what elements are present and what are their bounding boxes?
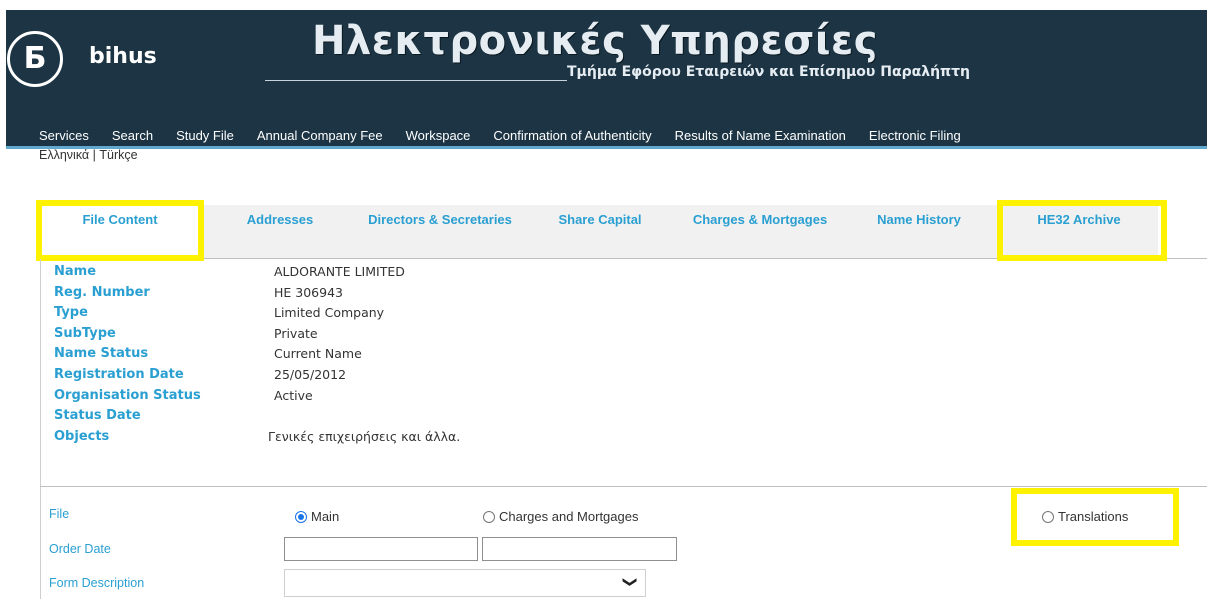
header-divider [6, 146, 1207, 149]
info-label-registration-date: Registration Date [54, 366, 184, 382]
panel-border [40, 259, 41, 599]
nav-electronic-filing[interactable]: Electronic Filing [869, 128, 961, 143]
info-value-name-status: Current Name [274, 346, 362, 362]
info-value-type: Limited Company [274, 305, 385, 321]
nav-confirmation-of-authenticity[interactable]: Confirmation of Authenticity [493, 128, 651, 143]
info-label-type: Type [54, 305, 88, 321]
lang-turkish-link[interactable]: Türkçe [99, 148, 137, 162]
tab-share-capital[interactable]: Share Capital [520, 205, 680, 258]
order-date-from-input[interactable] [284, 537, 478, 561]
site-subtitle: Τμήμα Εφόρου Εταιρειών και Επίσημου Παρα… [567, 64, 971, 80]
info-label-organisation-status: Organisation Status [54, 387, 201, 403]
radio-translations-label: Translations [1058, 509, 1129, 525]
radio-main-control[interactable] [295, 510, 307, 523]
info-label-objects: Objects [54, 428, 110, 444]
chevron-down-icon: ❯ [622, 576, 639, 588]
form-description-select[interactable]: ❯ [284, 569, 646, 597]
info-value-registration-date: 25/05/2012 [274, 366, 347, 382]
order-date-label: Order Date [49, 542, 111, 556]
bihus-logo-icon: Б [7, 31, 63, 87]
radio-translations[interactable]: Translations [1042, 508, 1128, 524]
nav-results-of-name-examination[interactable]: Results of Name Examination [675, 128, 846, 143]
nav-study-file[interactable]: Study File [176, 128, 234, 143]
info-label-name-status: Name Status [54, 346, 149, 362]
tab-he32-archive[interactable]: HE32 Archive [1000, 205, 1158, 258]
info-value-reg-number: HE 306943 [274, 284, 343, 300]
radio-main-label: Main [311, 509, 340, 525]
radio-charges-control[interactable] [483, 510, 495, 523]
radio-translations-control[interactable] [1042, 510, 1054, 523]
tabs-divider [40, 258, 1207, 259]
info-label-status-date: Status Date [54, 408, 141, 424]
radio-charges-label: Charges and Mortgages [499, 509, 639, 525]
nav-annual-company-fee[interactable]: Annual Company Fee [257, 128, 383, 143]
section-divider [40, 486, 1207, 487]
info-label-reg-number: Reg. Number [54, 284, 150, 300]
tab-file-content[interactable]: File Content [40, 205, 200, 258]
info-label-subtype: SubType [54, 325, 116, 341]
language-switcher: Ελληνικά | Türkçe [39, 148, 138, 162]
file-label: File [49, 507, 70, 521]
info-value-name: ALDORANTE LIMITED [274, 264, 405, 279]
radio-main[interactable]: Main [295, 508, 339, 524]
tab-addresses[interactable]: Addresses [200, 205, 360, 258]
file-tabs: File Content Addresses Directors & Secre… [40, 205, 1167, 258]
nav-services[interactable]: Services [39, 128, 89, 143]
lang-separator: | [92, 148, 96, 162]
main-nav: Services Search Study File Annual Compan… [39, 128, 984, 143]
form-description-label: Form Description [49, 576, 145, 590]
title-underline [265, 80, 567, 81]
tab-directors-secretaries[interactable]: Directors & Secretaries [360, 205, 520, 258]
info-value-subtype: Private [274, 325, 318, 341]
nav-search[interactable]: Search [112, 128, 153, 143]
info-label-name: Name [54, 264, 97, 279]
bihus-logo-text: bihus [89, 44, 157, 69]
order-date-to-input[interactable] [482, 537, 677, 561]
lang-greek-link[interactable]: Ελληνικά [39, 148, 89, 162]
radio-charges-and-mortgages[interactable]: Charges and Mortgages [483, 508, 638, 524]
tab-charges-mortgages[interactable]: Charges & Mortgages [680, 205, 840, 258]
nav-workspace[interactable]: Workspace [406, 128, 471, 143]
site-title: Ηλεκτρονικές Υπηρεσίες [312, 18, 878, 64]
info-value-objects: Γενικές επιχειρήσεις και άλλα. [268, 428, 461, 444]
info-value-organisation-status: Active [274, 387, 313, 403]
tab-name-history[interactable]: Name History [840, 205, 998, 258]
